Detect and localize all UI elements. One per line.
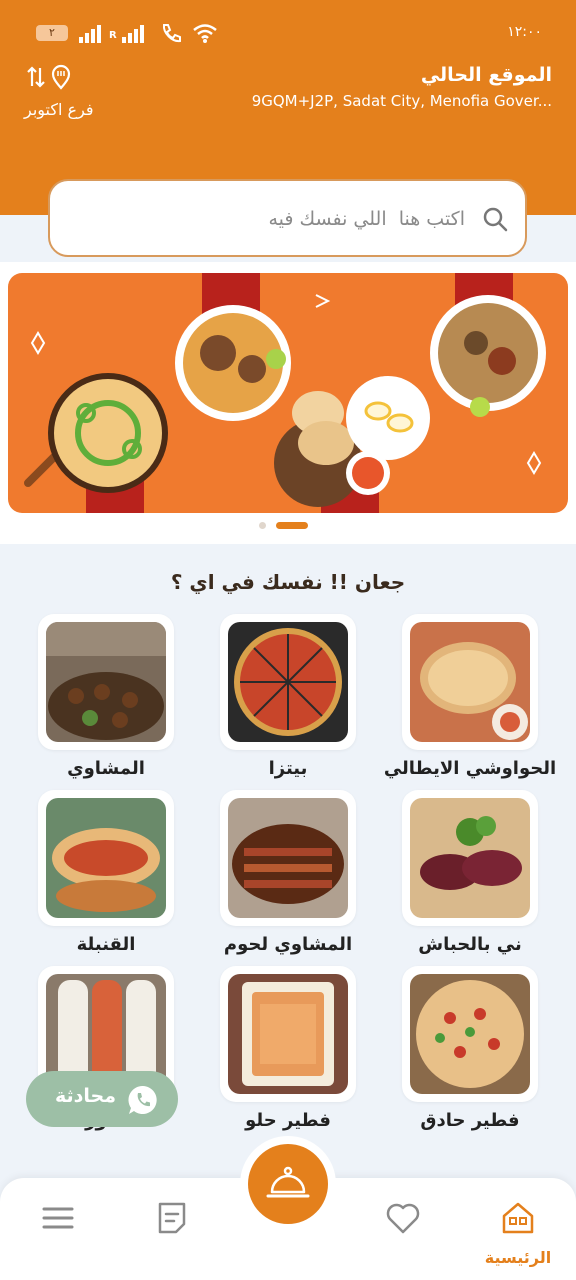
signal-icon-2 — [122, 25, 144, 43]
category-card[interactable] — [402, 614, 538, 750]
status-time: ١٢:٠٠ — [507, 24, 542, 40]
banner-section — [0, 262, 576, 544]
wifi-icon — [193, 24, 217, 43]
pagination-dot-active[interactable] — [276, 522, 308, 529]
raw-liver-photo — [410, 798, 530, 918]
section-title: جعان !! نفسك في اي ؟ — [170, 570, 406, 594]
branch-selector[interactable]: فرع اكتوبر — [24, 100, 94, 119]
battery-icon: ٢ — [36, 25, 68, 41]
search-icon[interactable] — [481, 205, 509, 233]
orders-icon — [158, 1202, 186, 1234]
grill-photo — [46, 622, 166, 742]
whatsapp-icon — [128, 1085, 157, 1114]
food-cloche-icon — [266, 1166, 310, 1198]
pizza-photo — [228, 622, 348, 742]
chat-label: محادثة — [55, 1085, 116, 1107]
category-label: المشاوي — [67, 758, 145, 779]
bomb-sandwich-photo — [46, 798, 166, 918]
promo-banner[interactable] — [8, 273, 568, 513]
sweet-pie-photo — [228, 974, 348, 1094]
signal-icon — [79, 25, 101, 43]
volte-call-icon — [162, 24, 181, 43]
food-banner-image — [8, 273, 568, 513]
hawawshi-photo — [410, 622, 530, 742]
status-bar: ١٢:٠٠ ٢ R — [0, 20, 576, 50]
category-card[interactable] — [402, 966, 538, 1102]
current-location-title[interactable]: الموقع الحالي — [421, 64, 552, 86]
pagination-dot[interactable] — [259, 522, 266, 529]
search-input[interactable] — [85, 199, 465, 239]
whatsapp-chat-button[interactable]: محادثة — [26, 1071, 178, 1127]
category-card[interactable] — [220, 614, 356, 750]
roaming-indicator: R — [109, 30, 117, 41]
category-label: القنبلة — [76, 934, 136, 955]
nav-home[interactable]: الرئيسية — [485, 1194, 551, 1267]
menu-icon — [42, 1207, 74, 1229]
grilled-meat-photo — [228, 798, 348, 918]
current-location-address[interactable]: 9GQM+J2P, Sadat City, Menofia Gover... — [252, 92, 552, 110]
nav-menu[interactable] — [28, 1194, 88, 1264]
nav-home-label: الرئيسية — [484, 1248, 552, 1267]
search-bar[interactable] — [48, 179, 527, 257]
center-menu-inner[interactable] — [248, 1144, 328, 1224]
savory-pie-photo — [410, 974, 530, 1094]
category-card[interactable] — [402, 790, 538, 926]
category-card[interactable] — [38, 790, 174, 926]
category-item[interactable]: القنبلة — [0, 790, 178, 970]
nav-favorites[interactable] — [373, 1194, 433, 1264]
category-item[interactable]: المشاوي — [0, 614, 178, 794]
category-card[interactable] — [220, 790, 356, 926]
heart-icon — [386, 1203, 420, 1234]
banner-pagination — [0, 520, 576, 530]
category-card[interactable] — [220, 966, 356, 1102]
center-menu-button[interactable] — [240, 1136, 336, 1232]
switch-branch-icon[interactable] — [26, 64, 76, 90]
nav-orders[interactable] — [142, 1194, 202, 1264]
category-card[interactable] — [38, 614, 174, 750]
home-icon — [502, 1202, 534, 1234]
